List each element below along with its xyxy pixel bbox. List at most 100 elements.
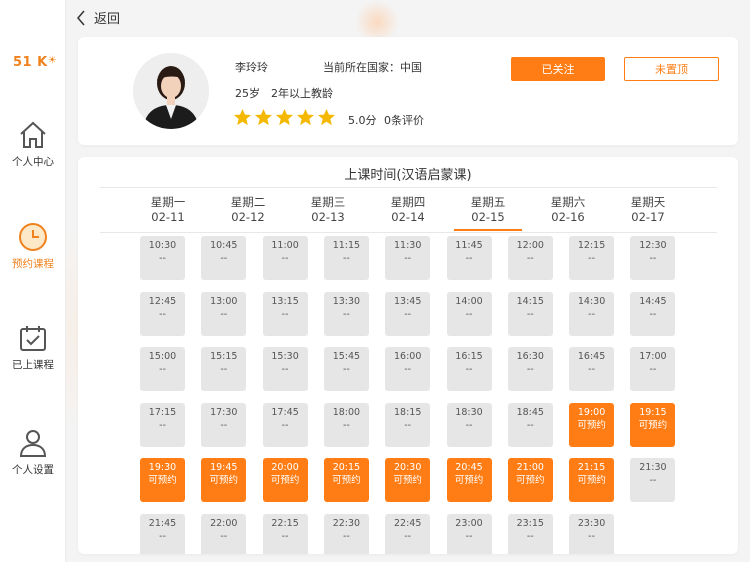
time-slot[interactable]: 16:00 -- (385, 347, 431, 391)
time-slot[interactable]: 15:15 -- (201, 347, 247, 391)
slot-time: 22:00 (210, 517, 238, 529)
time-slot[interactable]: 16:30 -- (507, 347, 553, 391)
slot-time: 10:45 (210, 240, 238, 251)
time-slot[interactable]: 17:30 -- (201, 402, 247, 447)
time-slot[interactable]: 17:45 -- (262, 402, 308, 447)
slot-status: -- (465, 364, 473, 375)
slot-status: -- (159, 308, 166, 320)
time-slot[interactable]: 18:00 -- (323, 402, 369, 447)
time-slot[interactable]: 10:45 -- (201, 236, 247, 280)
sidebar-item-settings[interactable]: 个人设置 (0, 428, 66, 477)
slot-time: 12:30 (639, 240, 667, 251)
slot-time: 18:00 (332, 406, 361, 418)
slot-time: 23:00 (455, 517, 483, 529)
slot-time: 18:30 (455, 406, 483, 418)
time-slot[interactable]: 23:00 -- (446, 513, 492, 554)
slot-status: -- (159, 530, 166, 542)
back-button[interactable]: 返回 (76, 8, 120, 27)
time-slot[interactable]: 21:45 -- (140, 513, 185, 554)
time-slot[interactable]: 14:15 -- (507, 291, 553, 336)
time-slot[interactable]: 11:15 -- (323, 236, 369, 280)
time-slot[interactable]: 11:45 -- (446, 236, 492, 280)
teacher-name: 李玲玲 (235, 61, 268, 74)
slot-status: -- (465, 308, 473, 320)
time-slot[interactable]: 16:15 -- (446, 347, 492, 391)
time-slot[interactable]: 13:45 -- (385, 291, 431, 336)
time-slot[interactable]: 20:30 可预约 (385, 458, 431, 502)
sidebar-item-finished-courses[interactable]: 已上课程 (0, 323, 66, 372)
slot-time: 23:30 (577, 517, 606, 529)
time-slot[interactable]: 19:15 可预约 (630, 402, 676, 447)
avatar (133, 53, 209, 129)
time-slot[interactable]: 12:00 -- (507, 236, 553, 280)
time-slot[interactable]: 21:00 可预约 (507, 458, 553, 502)
calendar-check-icon (20, 326, 46, 351)
teacher-profile-card: 李玲玲 当前所在国家：中国 25岁 2年以上教龄 5.0分 0条评价 已关注 未… (78, 37, 738, 145)
slot-status: -- (588, 308, 596, 320)
slot-status: -- (220, 308, 228, 320)
slot-status: -- (159, 253, 166, 264)
time-slot[interactable]: 13:15 -- (262, 291, 308, 336)
time-slot[interactable]: 20:00 可预约 (262, 458, 308, 502)
time-slot[interactable]: 22:15 -- (262, 513, 308, 554)
time-slot[interactable]: 19:45 可预约 (201, 458, 247, 502)
time-slot[interactable]: 21:30 -- (630, 458, 676, 502)
teacher-age: 25岁 (235, 87, 260, 100)
slot-status: -- (281, 253, 289, 264)
time-slot[interactable]: 18:30 -- (446, 402, 492, 447)
time-slot[interactable]: 22:30 -- (323, 513, 369, 554)
time-slot[interactable]: 18:15 -- (385, 402, 431, 447)
slot-status: -- (649, 308, 657, 320)
time-slot[interactable]: 11:00 -- (262, 236, 308, 280)
time-slot[interactable]: 15:00 -- (140, 347, 185, 391)
time-slot[interactable]: 23:30 -- (569, 513, 615, 554)
time-slot[interactable]: 14:45 -- (630, 291, 676, 336)
slot-time: 19:30 (148, 462, 177, 473)
slot-time: 14:15 (516, 295, 544, 307)
slot-time: 16:00 (393, 351, 422, 362)
review-count: 0条评价 (384, 114, 424, 127)
time-slot[interactable]: 15:45 -- (323, 347, 369, 391)
slot-status: -- (465, 419, 473, 431)
time-slot[interactable]: 12:45 -- (140, 291, 185, 336)
slot-time: 13:15 (271, 295, 299, 307)
time-slot[interactable]: 23:15 -- (507, 513, 553, 554)
time-slot[interactable]: 12:15 -- (569, 236, 615, 280)
time-slot[interactable]: 20:15 可预约 (323, 458, 369, 502)
time-slot[interactable]: 13:00 -- (201, 291, 247, 336)
time-slot[interactable]: 12:30 -- (630, 236, 676, 280)
time-slot[interactable]: 19:30 可预约 (140, 458, 185, 502)
time-slot[interactable]: 22:45 -- (385, 513, 431, 554)
slot-status: -- (342, 419, 350, 431)
slot-time: 19:00 (577, 406, 606, 418)
time-slot[interactable]: 19:00 可预约 (569, 402, 615, 447)
follow-button[interactable]: 已关注 (511, 57, 605, 81)
pin-button[interactable]: 未置顶 (624, 57, 719, 81)
sun-logo-icon: ☀ (47, 55, 58, 66)
slot-status: 可预约 (577, 475, 606, 486)
slot-status: -- (342, 253, 350, 264)
slot-time: 19:15 (639, 406, 667, 418)
time-slot[interactable]: 16:45 -- (569, 347, 615, 391)
time-slot[interactable]: 15:30 -- (262, 347, 308, 391)
schedule-card: 上课时间(汉语启蒙课) 星期一 02-11 星期二 02-12 星期三 02-13 星期四 0… (78, 157, 738, 554)
time-slot[interactable]: 10:30 -- (140, 236, 185, 280)
slot-status: 可预约 (209, 475, 239, 486)
time-slot[interactable]: 13:30 -- (323, 291, 369, 336)
time-slot[interactable]: 14:30 -- (569, 291, 615, 336)
time-slot[interactable]: 22:00 -- (201, 513, 247, 554)
slot-status: -- (526, 364, 534, 375)
time-slot[interactable]: 20:45 可预约 (446, 458, 492, 502)
time-slot[interactable]: 18:45 -- (507, 402, 553, 447)
time-slot[interactable]: 11:30 -- (385, 236, 431, 280)
slot-time: 11:15 (332, 240, 361, 251)
time-slot[interactable]: 17:00 -- (630, 347, 676, 391)
time-slot[interactable]: 21:15 可预约 (569, 458, 615, 502)
slot-status: -- (281, 308, 289, 320)
sidebar-item-book-course[interactable]: 预约课程 (0, 222, 66, 271)
slot-status: -- (526, 530, 534, 542)
time-slot[interactable]: 14:00 -- (446, 291, 492, 336)
slot-status: -- (588, 364, 596, 375)
sidebar-item-personal-center[interactable]: 个人中心 (0, 120, 66, 169)
time-slot[interactable]: 17:15 -- (140, 402, 185, 447)
